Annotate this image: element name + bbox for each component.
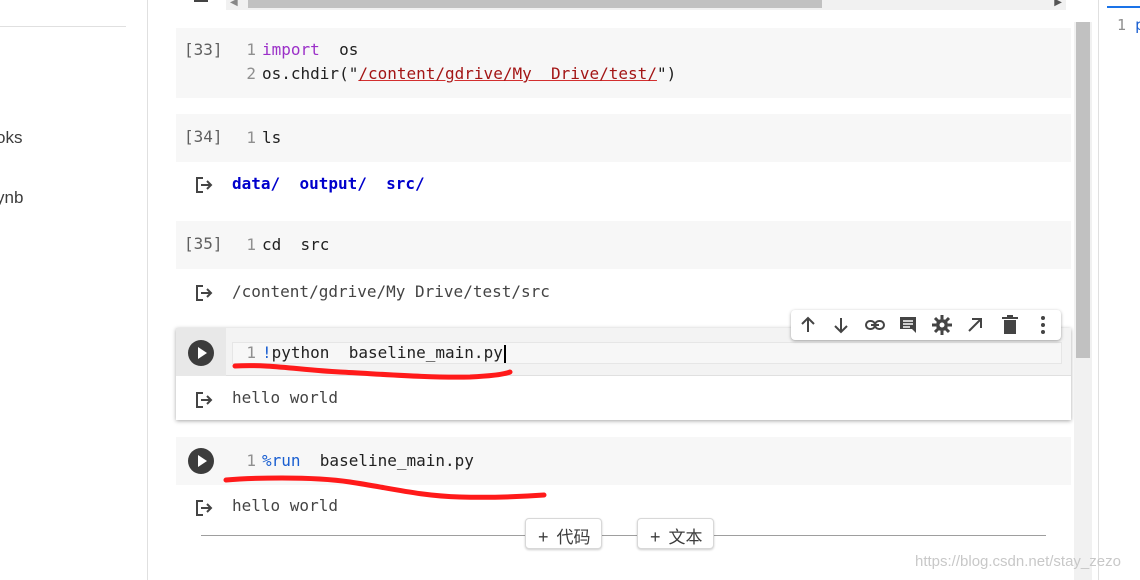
cell-output: /content/gdrive/My Drive/test/src [232, 282, 550, 301]
add-text-cell-button[interactable]: + 文本 [637, 518, 714, 549]
code-line[interactable]: 1 import os [240, 40, 358, 59]
cell-output: hello world [232, 496, 338, 515]
output-icon[interactable] [194, 390, 214, 410]
trash-icon[interactable] [998, 313, 1022, 337]
gear-icon[interactable] [930, 313, 954, 337]
execution-count: [35] [184, 234, 223, 253]
arrow-down-icon[interactable] [829, 313, 853, 337]
side-editor-panel: 1 p [1098, 0, 1140, 580]
output-icon[interactable] [194, 175, 214, 195]
run-cell-button[interactable] [188, 448, 214, 474]
code-cell-34[interactable] [176, 114, 1071, 162]
scroll-right-arrow-icon[interactable]: ▶ [1054, 0, 1062, 8]
code-line[interactable]: 2 os.chdir("/content/gdrive/My Drive/test… [240, 64, 676, 83]
magic-command: %run [262, 451, 301, 470]
file-sidebar: oks ynb [0, 0, 148, 580]
editor-line[interactable]: 1 p [1117, 16, 1140, 34]
shell-bang: ! [262, 343, 272, 362]
add-code-cell-button[interactable]: + 代码 [525, 518, 602, 549]
execution-count: [33] [184, 40, 223, 59]
open-in-new-icon[interactable] [963, 313, 987, 337]
cell-toolbar [791, 310, 1061, 340]
execution-count: [34] [184, 127, 223, 146]
dir-link: data/ [232, 174, 281, 193]
scroll-left-arrow-icon[interactable]: ◀ [230, 0, 238, 8]
text-cursor [503, 344, 506, 363]
sidebar-divider [0, 26, 126, 27]
arrow-up-icon[interactable] [796, 313, 820, 337]
code-line[interactable]: 1 ls [240, 128, 281, 147]
collapse-dash [194, 0, 208, 2]
cell-output: hello world [232, 388, 338, 407]
active-tab-indicator [1107, 6, 1140, 8]
vertical-scrollbar-thumb[interactable] [1076, 22, 1090, 358]
path-string: /content/gdrive/My Drive/test/ [358, 64, 657, 83]
more-vert-icon[interactable] [1031, 313, 1055, 337]
output-icon[interactable] [194, 283, 214, 303]
code-line[interactable]: 1 cd src [240, 235, 329, 254]
vertical-scrollbar[interactable] [1074, 22, 1092, 580]
horizontal-scrollbar[interactable]: ◀ ▶ [226, 0, 1066, 10]
comment-icon[interactable] [896, 313, 920, 337]
code-line[interactable]: 1 %run baseline_main.py [240, 451, 474, 470]
dir-link: src/ [386, 174, 425, 193]
run-cell-button[interactable] [188, 340, 214, 366]
dir-link: output/ [299, 174, 367, 193]
keyword-import: import [262, 40, 320, 59]
horizontal-scrollbar-thumb[interactable] [248, 0, 822, 8]
add-cell-divider [201, 535, 1046, 536]
sidebar-item-notebooks[interactable]: oks [0, 128, 22, 148]
output-icon[interactable] [194, 498, 214, 518]
watermark-text: https://blog.csdn.net/stay_zezo [915, 553, 1121, 570]
link-icon[interactable] [863, 313, 887, 337]
sidebar-item-ipynb[interactable]: ynb [0, 188, 23, 208]
code-line[interactable]: 1 !python baseline_main.py [240, 343, 506, 363]
cell-output: data/ output/ src/ [232, 174, 425, 193]
code-cell-33[interactable] [176, 28, 1071, 98]
